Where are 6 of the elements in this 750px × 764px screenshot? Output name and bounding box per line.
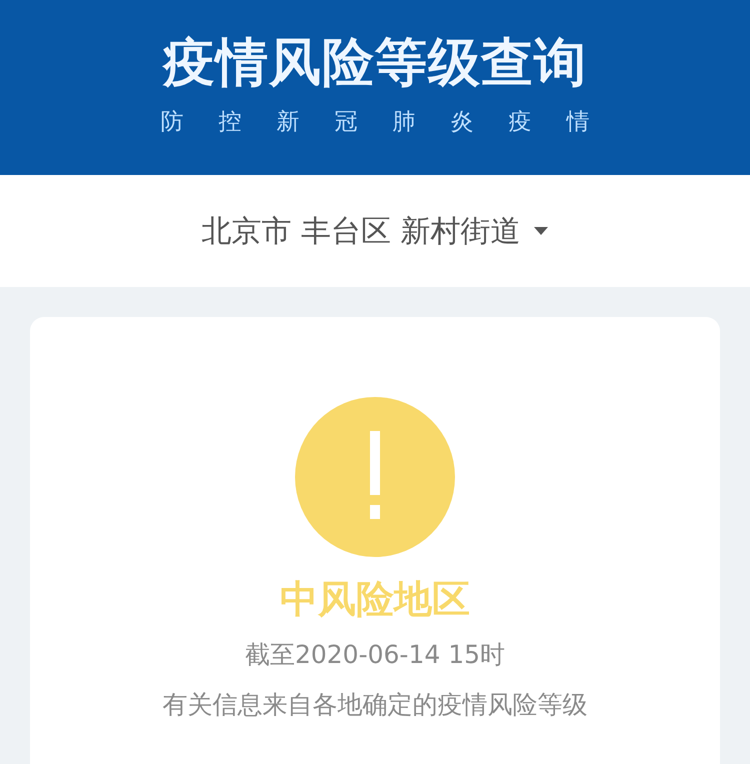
source-note: 有关信息来自各地确定的疫情风险等级 (162, 689, 588, 721)
update-time: 截至2020-06-14 15时 (244, 639, 506, 671)
caret-icon (532, 226, 549, 236)
risk-level: 中风险地区 (280, 576, 470, 623)
page-title: 疫情风险等级查询 (163, 32, 587, 94)
page-subtitle: 防控新冠肺炎疫情 (160, 108, 624, 137)
